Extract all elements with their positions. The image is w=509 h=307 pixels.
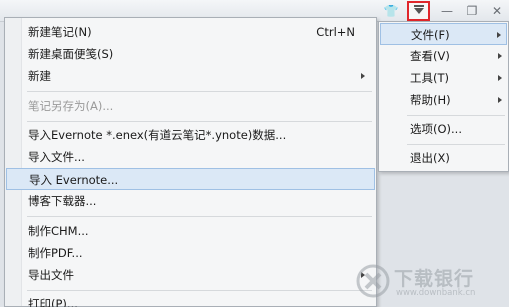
menu-item-make-pdf[interactable]: 制作PDF... <box>6 242 375 264</box>
menu-separator <box>27 216 372 217</box>
minimize-icon[interactable]: — <box>436 2 458 20</box>
menu-separator <box>27 121 372 122</box>
menu-item-label: 新建笔记(N) <box>28 25 92 39</box>
menu-item-label: 导入文件... <box>28 150 85 164</box>
menu-separator <box>407 115 505 116</box>
menu-separator <box>407 144 505 145</box>
menu-item-label: 新建 <box>28 69 51 83</box>
menu-item-label: 制作CHM... <box>28 224 89 238</box>
menu-item-view[interactable]: 查看(V) <box>380 45 507 67</box>
menu-item-label: 导出文件 <box>28 268 74 282</box>
menu-item-label: 导入Evernote *.enex(有道云笔记*.ynote)数据... <box>28 128 287 142</box>
menu-item-label: 帮助(H) <box>410 93 451 107</box>
restore-icon[interactable]: ❐ <box>461 2 483 20</box>
menu-item-blog-downloader[interactable]: 博客下载器... <box>6 190 375 212</box>
main-menu-button[interactable] <box>407 1 430 21</box>
menu-item-label: 笔记另存为(A)... <box>28 99 114 113</box>
dropdown-arrow-icon <box>414 8 424 14</box>
menu-item-label: 导入 Evernote... <box>29 173 119 187</box>
menu-item-exit[interactable]: 退出(X) <box>380 147 507 169</box>
submenu-arrow-icon <box>498 53 502 59</box>
submenu-arrow-icon <box>498 97 502 103</box>
watermark-text: 下载银行 <box>394 268 475 290</box>
menu-line-icon <box>414 5 424 7</box>
menu-item-label: 选项(O)... <box>410 122 462 136</box>
menu-separator <box>27 290 372 291</box>
menu-item-label: 制作PDF... <box>28 246 83 260</box>
menu-item-file[interactable]: 文件(F) <box>380 23 507 45</box>
watermark-logo-icon <box>356 264 390 298</box>
menu-item-new[interactable]: 新建 <box>6 65 375 87</box>
menu-item-label: 工具(T) <box>410 71 449 85</box>
menu-item-new-note[interactable]: 新建笔记(N) Ctrl+N <box>6 21 375 43</box>
menu-item-new-sticky-note[interactable]: 新建桌面便笺(S) <box>6 43 375 65</box>
menu-item-import-evernote[interactable]: 导入 Evernote... <box>6 168 375 190</box>
menu-item-import-enex[interactable]: 导入Evernote *.enex(有道云笔记*.ynote)数据... <box>6 124 375 146</box>
skin-icon[interactable]: 👕 <box>380 2 402 20</box>
menu-item-label: 打印(P)... <box>28 297 78 307</box>
menu-item-tools[interactable]: 工具(T) <box>380 67 507 89</box>
close-icon[interactable]: ✕ <box>486 2 508 20</box>
watermark-url: www.downbank.cn <box>396 288 476 298</box>
menu-separator <box>27 91 372 92</box>
menu-item-import-file[interactable]: 导入文件... <box>6 146 375 168</box>
submenu-arrow-icon <box>498 75 502 81</box>
watermark: 下载银行 www.downbank.cn <box>356 258 506 306</box>
menu-item-label: 新建桌面便笺(S) <box>28 47 114 61</box>
file-submenu: 新建笔记(N) Ctrl+N 新建桌面便笺(S) 新建 笔记另存为(A)... … <box>4 17 377 307</box>
menu-item-print[interactable]: 打印(P)... <box>6 293 375 307</box>
menu-item-label: 博客下载器... <box>28 194 97 208</box>
menu-item-label: 查看(V) <box>410 49 450 63</box>
menu-item-shortcut: Ctrl+N <box>316 25 355 39</box>
main-dropdown-menu: 文件(F) 查看(V) 工具(T) 帮助(H) 选项(O)... 退出(X) <box>378 21 509 172</box>
menu-item-help[interactable]: 帮助(H) <box>380 89 507 111</box>
menu-item-save-note-as: 笔记另存为(A)... <box>6 95 375 117</box>
menu-item-make-chm[interactable]: 制作CHM... <box>6 220 375 242</box>
menu-item-label: 文件(F) <box>411 28 450 42</box>
submenu-arrow-icon <box>361 73 365 79</box>
menu-item-label: 退出(X) <box>410 151 450 165</box>
menu-item-export-file[interactable]: 导出文件 <box>6 264 375 286</box>
submenu-arrow-icon <box>497 32 501 38</box>
menu-item-options[interactable]: 选项(O)... <box>380 118 507 140</box>
